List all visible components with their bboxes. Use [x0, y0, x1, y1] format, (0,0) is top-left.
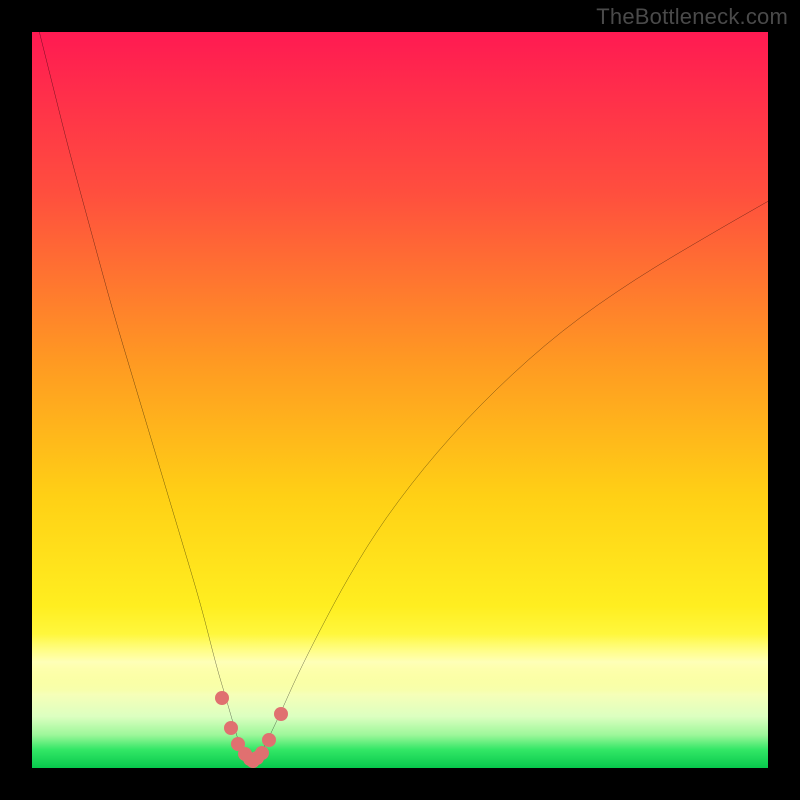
plot-area	[32, 32, 768, 768]
bottleneck-curve	[32, 32, 768, 768]
chart-container: TheBottleneck.com	[0, 0, 800, 800]
marker-dot	[274, 707, 288, 721]
marker-dot	[255, 746, 269, 760]
marker-dot	[215, 691, 229, 705]
watermark-text: TheBottleneck.com	[596, 4, 788, 30]
marker-dot	[262, 733, 276, 747]
marker-dot	[224, 721, 238, 735]
